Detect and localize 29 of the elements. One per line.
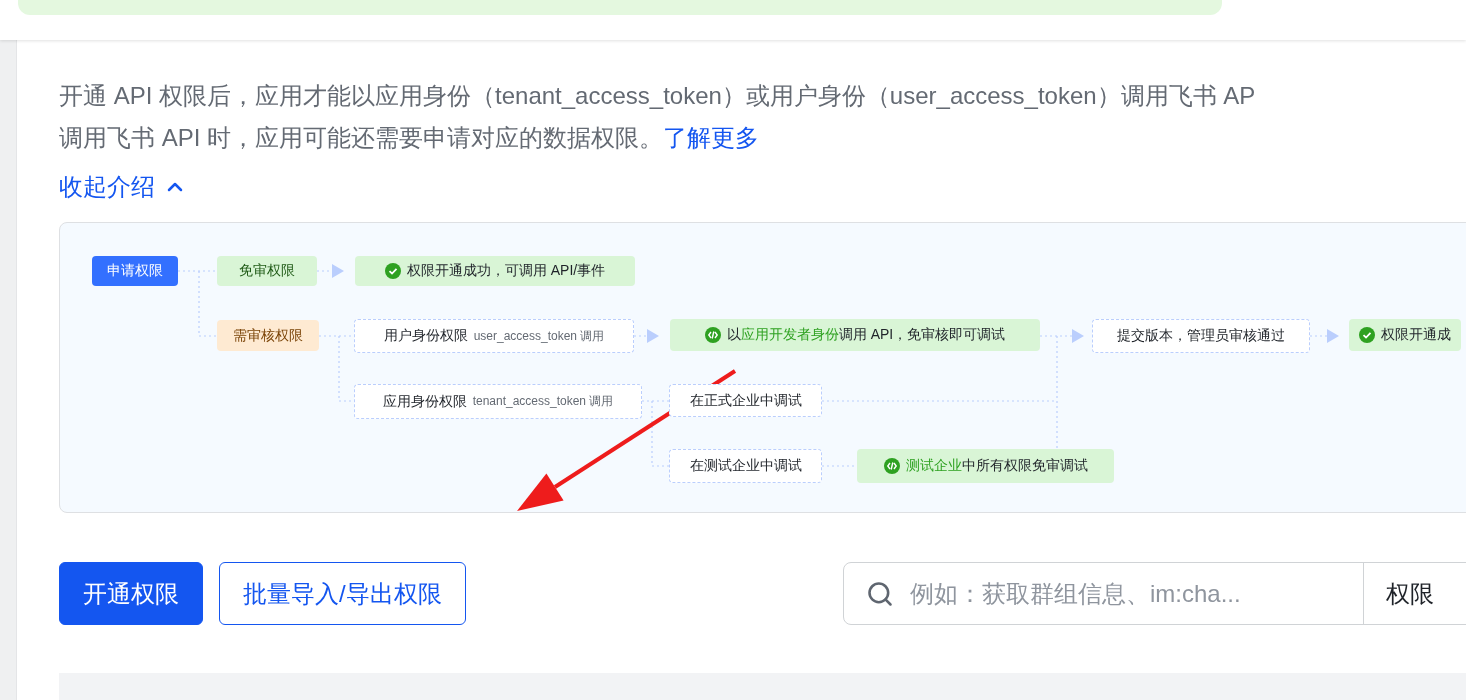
import-export-button[interactable]: 批量导入/导出权限 [219,562,466,625]
arrow-icon [1327,329,1339,343]
search-bar[interactable]: 例如：获取群组信息、im:cha... 权限 [843,562,1466,625]
check-circle-icon [1359,327,1375,343]
description-text: 开通 API 权限后，应用才能以应用身份（tenant_access_token）或用户身份（user_access_token）调用飞书 AP 调用飞书 API 时，应用可能还需要申请对应的数据权限。了解更多 [59,81,1257,153]
search-field[interactable]: 例如：获取群组信息、im:cha... [908,578,1341,609]
flow-node: 用户身份权限 user_access_token 调用 [354,319,634,353]
code-icon [883,458,900,474]
enable-permission-button[interactable]: 开通权限 [59,562,203,625]
check-circle-icon [384,263,401,279]
flow-node: 需审核权限 [217,320,319,351]
flow-node: 权限开通成 [1349,319,1461,351]
flow-node: 免审权限 [217,256,317,286]
flow-node: 申请权限 [92,256,178,286]
arrow-icon [1072,329,1084,343]
arrow-icon [647,329,659,343]
search-icon [866,579,894,608]
learn-more-link[interactable]: 了解更多 [663,124,760,151]
filter-select[interactable]: 权限 [1363,563,1466,624]
flow-node: 测试企业中所有权限免审调试 [857,449,1114,483]
flow-node: 在测试企业中调试 [669,449,822,483]
flow-node: 以应用开发者身份调用 API，免审核即可调试 [670,319,1040,351]
arrow-icon [332,264,344,278]
code-icon [704,327,721,343]
flow-node: 在正式企业中调试 [669,384,822,417]
flow-node: 权限开通成功，可调用 API/事件 [355,256,635,286]
flow-node: 应用身份权限 tenant_access_token 调用 [354,384,642,419]
collapse-intro-toggle[interactable]: 收起介绍 [59,167,187,207]
flow-node: 提交版本，管理员审核通过 [1092,319,1310,353]
